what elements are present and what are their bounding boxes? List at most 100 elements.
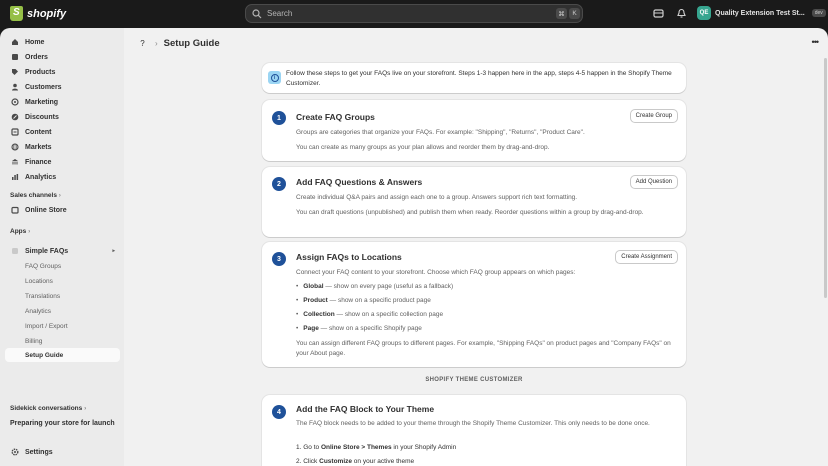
sidebar-item-marketing[interactable]: Marketing (5, 95, 120, 109)
subitem-label: Setup Guide (25, 351, 64, 359)
step-card-2: 2 Add FAQ Questions & Answers Add Questi… (262, 167, 686, 237)
create-assignment-button[interactable]: Create Assignment (615, 250, 678, 264)
sidebar-item-label: Products (25, 68, 56, 76)
sidebar-item-orders[interactable]: Orders (5, 50, 120, 64)
sidebar-item-label: Markets (25, 143, 52, 151)
sidebar-item-analytics[interactable]: Analytics (5, 170, 120, 184)
store-inbox-icon[interactable] (653, 8, 664, 19)
gear-icon (11, 448, 19, 456)
sidekick-conversation-item[interactable]: Preparing your store for launch (10, 420, 115, 427)
search-icon (252, 8, 262, 18)
person-icon (12, 83, 18, 91)
step-card-1: 1 Create FAQ Groups Create Group Groups … (262, 100, 686, 161)
step-title: Add the FAQ Block to Your Theme (296, 404, 435, 414)
apps-label: Apps (10, 228, 27, 235)
location-bullet-collection: • Collection — show on a specific collect… (296, 311, 444, 318)
sidebar-item-finance[interactable]: Finance (5, 155, 120, 169)
section-divider-label: SHOPIFY THEME CUSTOMIZER (425, 377, 523, 383)
home-icon (12, 39, 18, 45)
sidebar-subitem-import-export[interactable]: Import / Export (5, 319, 120, 333)
sidebar-item-content[interactable]: Content (5, 125, 120, 139)
sidebar-subitem-faq-groups[interactable]: FAQ Groups (5, 259, 120, 273)
shortcut-k-key: K (569, 8, 580, 19)
step-card-4: 4 Add the FAQ Block to Your Theme The FA… (262, 395, 686, 466)
sidebar-subitem-setup-guide[interactable]: Setup Guide (5, 348, 120, 362)
sidebar-item-label: Marketing (25, 98, 59, 106)
instruction-line-2: 2. Click Customize on your active theme (296, 458, 415, 465)
chevron-right-icon: › (58, 192, 61, 199)
subitem-label: Locations (25, 277, 53, 285)
create-group-button[interactable]: Create Group (629, 109, 678, 123)
sidebar-item-label: Analytics (25, 173, 57, 181)
sidebar-item-label: Content (25, 128, 52, 136)
step-number: 1 (272, 111, 286, 125)
step-description: You can draft questions (unpublished) an… (296, 209, 644, 216)
sidebar-item-markets[interactable]: Markets (5, 140, 120, 154)
scrollbar[interactable] (824, 58, 827, 298)
sidekick-header[interactable]: Sidekick conversations › (10, 405, 86, 412)
location-bullet-global: • Global — show on every page (useful as … (296, 283, 454, 290)
subitem-label: Analytics (25, 307, 52, 315)
step-number: 3 (272, 252, 286, 266)
sidebar-item-customers[interactable]: Customers (5, 80, 120, 94)
shopify-logo[interactable]: shopify (10, 6, 66, 21)
pin-icon[interactable]: ▸ (112, 248, 115, 254)
sidebar-item-home[interactable]: Home (5, 35, 120, 49)
sidebar-subitem-analytics[interactable]: Analytics (5, 304, 120, 318)
step-title: Assign FAQs to Locations (296, 252, 402, 262)
sidebar-item-label: Orders (25, 53, 48, 61)
sidebar-item-simple-faqs[interactable]: Simple FAQs ▸ (5, 244, 120, 258)
step-description: You can create as many groups as your pl… (296, 144, 550, 151)
sidebar-item-settings[interactable]: Settings (5, 445, 120, 459)
sidebar-subitem-billing[interactable]: Billing (5, 334, 120, 348)
sidebar-item-label: Home (25, 38, 45, 46)
shortcut-cmd-key: ⌘ (556, 8, 567, 19)
target-icon (11, 98, 19, 106)
store-avatar: QE (697, 6, 711, 20)
step-description: Connect your FAQ content to your storefr… (296, 269, 576, 276)
globe-icon (11, 143, 19, 151)
discount-icon (11, 113, 19, 121)
apps-header[interactable]: Apps › (10, 228, 30, 235)
step-title: Add FAQ Questions & Answers (296, 177, 423, 187)
step-description: Create individual Q&A pairs and assign e… (296, 194, 578, 201)
search-placeholder: Search (267, 9, 293, 18)
bank-icon (12, 159, 18, 165)
main-content: ? › Setup Guide ••• i Follow these steps… (124, 28, 828, 466)
sidebar-subitem-locations[interactable]: Locations (5, 274, 120, 288)
page-title: Setup Guide (163, 38, 220, 49)
sidebar-item-online-store[interactable]: Online Store (5, 203, 120, 217)
sidekick-conversation-label: Preparing your store for launch (10, 420, 115, 427)
app-icon (12, 248, 18, 254)
info-banner: i Follow these steps to get your FAQs li… (262, 63, 686, 93)
sidebar-item-label: Online Store (25, 206, 67, 214)
step-card-3: 3 Assign FAQs to Locations Create Assign… (262, 242, 686, 367)
more-actions-icon[interactable]: ••• (812, 37, 820, 47)
bell-icon[interactable] (676, 8, 687, 19)
chevron-right-icon: › (84, 405, 87, 412)
help-icon[interactable]: ? (136, 37, 149, 50)
add-question-button[interactable]: Add Question (629, 175, 678, 189)
chart-icon (12, 174, 19, 180)
chevron-right-icon: › (28, 228, 31, 235)
sidebar-item-products[interactable]: Products (5, 65, 120, 79)
search-input[interactable]: Search ⌘ K (245, 4, 583, 23)
content-icon (11, 128, 19, 136)
sidebar-item-label: Discounts (25, 113, 59, 121)
step-description: Groups are categories that organize your… (296, 129, 585, 136)
subitem-label: Translations (25, 292, 61, 300)
dev-store-badge: dev (811, 9, 826, 17)
tag-icon (12, 69, 18, 75)
subitem-label: Import / Export (25, 322, 68, 330)
logo-text: shopify (27, 7, 67, 20)
subitem-label: FAQ Groups (25, 262, 62, 270)
store-switcher[interactable]: QE Quality Extension Test St... dev (697, 6, 826, 20)
sidebar-subitem-translations[interactable]: Translations (5, 289, 120, 303)
sidebar-item-label: Settings (25, 448, 53, 456)
sidekick-label: Sidekick conversations (10, 405, 83, 412)
shopify-bag-icon (10, 6, 23, 21)
sales-channels-header[interactable]: Sales channels › (10, 192, 61, 199)
sidebar-item-discounts[interactable]: Discounts (5, 110, 120, 124)
step-number: 4 (272, 405, 286, 419)
page-header: ? › Setup Guide (136, 37, 220, 50)
